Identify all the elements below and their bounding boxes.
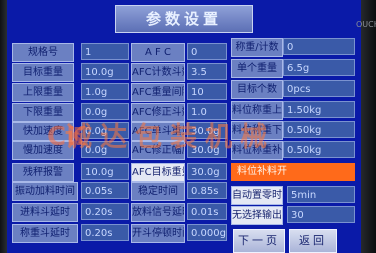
label-target-weight: 目标重量 xyxy=(12,63,74,82)
label-afc-target-weight: AFC目标重量 xyxy=(131,163,185,182)
field-discharge-signal-delay[interactable]: 0.01s xyxy=(187,203,227,220)
field-afc-target-weight[interactable]: 30.0g xyxy=(187,163,227,180)
field-vibration-feed-time[interactable]: 0.05s xyxy=(81,182,129,199)
label-no-select-output: 无选择输出 xyxy=(231,206,283,225)
label-auto-zero-time: 自动置零时间 xyxy=(231,186,283,205)
label-afc: A F C xyxy=(131,43,185,62)
label-weigh-hopper-delay: 称重斗延时 xyxy=(12,224,78,243)
label-single-weight: 单个重量 xyxy=(231,59,283,78)
brand-watermark: 诚达包装机械 xyxy=(65,122,275,153)
label-weigh-count-mode: 称重/计数 xyxy=(231,38,283,57)
field-feed-hopper-delay[interactable]: 0.20s xyxy=(81,203,129,220)
level-refill-alarm: 料位补料开 xyxy=(231,163,355,181)
label-feed-hopper-delay: 进料斗延时 xyxy=(12,203,78,222)
label-spec-no: 规格号 xyxy=(12,43,74,62)
next-page-button[interactable]: 下一页 xyxy=(233,229,285,253)
label-residual-alarm: 残秤报警 xyxy=(12,163,74,182)
label-target-count: 目标个数 xyxy=(231,80,283,99)
field-level-upper-limit[interactable]: 1.50kg xyxy=(283,101,355,118)
bezel-label: OUCH xyxy=(356,20,376,29)
field-spec-no[interactable]: 1 xyxy=(81,43,129,60)
field-upper-limit[interactable]: 1.0g xyxy=(81,83,129,100)
field-afc-weight-interval[interactable]: 10 xyxy=(187,83,227,100)
back-button[interactable]: 返回 xyxy=(289,229,337,253)
monitor-bezel-right xyxy=(361,0,376,253)
label-afc-count-hoppers: AFC计数斗数 xyxy=(131,63,185,82)
field-afc-count-hoppers[interactable]: 3.5 xyxy=(187,63,227,80)
monitor-bezel-left xyxy=(0,0,7,253)
label-vibration-feed-time: 振动加料时间 xyxy=(12,182,78,201)
field-weigh-hopper-delay[interactable]: 0.20s xyxy=(81,224,129,241)
field-auto-zero-time[interactable]: 5min xyxy=(287,186,355,203)
label-discharge-signal-delay: 放料信号延时 xyxy=(131,203,185,222)
field-single-weight[interactable]: 6.5g xyxy=(283,59,355,76)
label-open-pause-time: 开斗停顿时间 xyxy=(131,224,185,243)
label-stable-time: 稳定时间 xyxy=(131,182,185,201)
field-weigh-count-mode[interactable]: 0 xyxy=(283,38,355,55)
field-no-select-output[interactable]: 30 xyxy=(287,206,355,223)
label-upper-limit: 上限重量 xyxy=(12,83,74,102)
field-target-count[interactable]: 0pcs xyxy=(283,80,355,97)
page-title: 参数设置 xyxy=(115,5,253,33)
field-target-weight[interactable]: 10.0g xyxy=(81,63,129,80)
field-residual-alarm[interactable]: 10.0g xyxy=(81,163,129,180)
label-afc-weight-interval: AFC重量间隔 xyxy=(131,83,185,102)
field-open-pause-time[interactable]: 0.000g xyxy=(187,224,227,241)
field-stable-time[interactable]: 0.85s xyxy=(187,182,227,199)
hmi-screen: 参数设置 规格号 1 目标重量 10.0g 上限重量 1.0g 下限重量 0.0… xyxy=(7,0,361,253)
field-afc[interactable]: 0 xyxy=(187,43,227,60)
